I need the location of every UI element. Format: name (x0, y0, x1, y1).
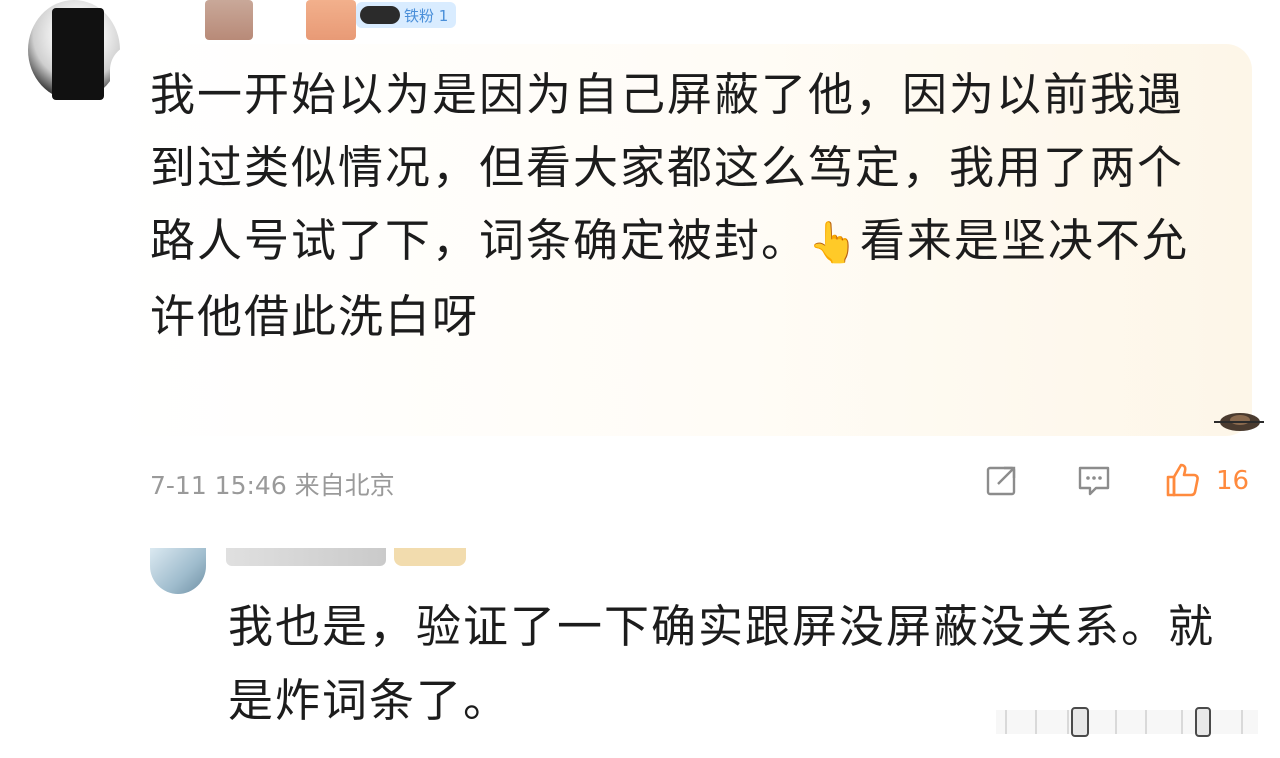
fan-badge: 铁粉 1 (356, 2, 457, 28)
username-blurred-2 (306, 0, 356, 40)
card-decoration-icon (1214, 413, 1264, 431)
comment-timestamp-location: 7-11 15:46 来自北京 (150, 471, 395, 500)
reply-username-blurred[interactable] (226, 548, 386, 566)
reply-decoration (996, 707, 1258, 737)
commenter-avatar[interactable] (28, 0, 120, 100)
avatar-image (52, 8, 104, 100)
reply-badge-blurred (394, 548, 466, 566)
share-icon[interactable] (984, 462, 1020, 498)
username-blurred[interactable] (205, 0, 253, 40)
reply-avatar[interactable] (150, 548, 206, 594)
fan-badge-icon (360, 6, 400, 24)
like-count: 16 (1216, 466, 1250, 496)
comment-text: 我一开始以为是因为自己屏蔽了他，因为以前我遇到过类似情况，但看大家都这么笃定，我… (150, 58, 1210, 353)
like-icon[interactable] (1164, 462, 1200, 498)
fan-badge-label: 铁粉 1 (404, 6, 449, 25)
pointing-up-emoji: 👆 (808, 220, 860, 266)
comment-icon[interactable] (1076, 462, 1112, 498)
